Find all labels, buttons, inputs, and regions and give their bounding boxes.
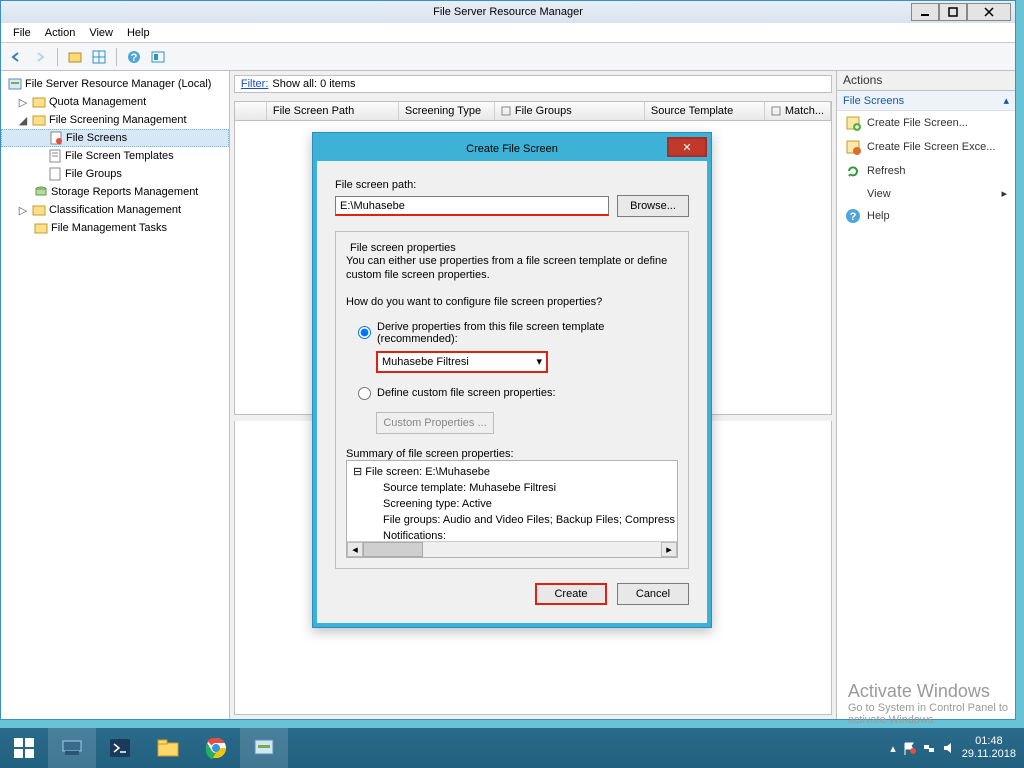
actions-pane: Actions File Screens▴ Create File Screen… [837, 71, 1015, 719]
activate-windows-watermark: Activate Windows Go to System in Control… [848, 681, 1008, 726]
tb-icon-2[interactable] [88, 46, 110, 68]
tray-clock[interactable]: 01:48 29.11.2018 [962, 735, 1016, 760]
task-chrome[interactable] [192, 728, 240, 768]
back-button[interactable] [5, 46, 27, 68]
tray-volume-icon[interactable] [942, 741, 956, 755]
menu-view[interactable]: View [83, 25, 119, 41]
action-create-exception[interactable]: Create File Screen Exce... [837, 135, 1015, 159]
menu-action[interactable]: Action [39, 25, 82, 41]
browse-button[interactable]: Browse... [617, 195, 689, 217]
radio-template[interactable] [358, 326, 371, 339]
minimize-button[interactable] [911, 3, 939, 21]
radio-custom[interactable] [358, 387, 371, 400]
svg-text:?: ? [850, 211, 857, 223]
task-explorer[interactable] [144, 728, 192, 768]
start-button[interactable] [0, 728, 48, 768]
tray-up-icon[interactable]: ▴ [890, 742, 896, 755]
filter-bar: Filter: Show all: 0 items [234, 75, 832, 93]
tree-classification[interactable]: ▷Classification Management [1, 201, 229, 219]
summary-scrollbar[interactable]: ◂▸ [347, 541, 677, 557]
maximize-button[interactable] [939, 3, 967, 21]
create-file-screen-dialog: Create File Screen ✕ File screen path: B… [312, 132, 712, 628]
task-fsrm[interactable] [240, 728, 288, 768]
grid-header[interactable]: File Screen Path Screening Type File Gro… [234, 101, 832, 121]
custom-properties-button: Custom Properties ... [376, 412, 494, 434]
summary-box[interactable]: ⊟ File screen: E:\Muhasebe Source templa… [346, 460, 678, 558]
action-create-screen[interactable]: Create File Screen... [837, 111, 1015, 135]
tray-network-icon[interactable] [922, 741, 936, 755]
create-button[interactable]: Create [535, 583, 607, 605]
forward-button[interactable] [29, 46, 51, 68]
action-help[interactable]: ?Help [837, 204, 1015, 228]
filter-link[interactable]: Filter: [241, 78, 269, 90]
props-info: You can either use properties from a fil… [346, 254, 678, 283]
nav-tree[interactable]: File Server Resource Manager (Local) ▷Qu… [1, 71, 230, 719]
help-icon[interactable]: ? [123, 46, 145, 68]
props-legend: File screen properties [346, 242, 460, 254]
tree-templates[interactable]: File Screen Templates [1, 147, 229, 165]
tb-icon-1[interactable] [64, 46, 86, 68]
radio-template-label: Derive properties from this file screen … [377, 321, 678, 345]
path-input[interactable] [335, 196, 609, 216]
props-fieldset: File screen properties You can either us… [335, 231, 689, 569]
tree-tasks[interactable]: File Management Tasks [1, 219, 229, 237]
tree-quota[interactable]: ▷Quota Management [1, 93, 229, 111]
template-select[interactable]: Muhasebe Filtresi▾ [376, 351, 548, 373]
filter-text: Show all: 0 items [272, 78, 355, 90]
tray-flag-icon[interactable] [902, 741, 916, 755]
toolbar: ? [1, 43, 1015, 71]
collapse-icon[interactable]: ▴ [1003, 94, 1009, 107]
path-label: File screen path: [335, 179, 689, 191]
menubar: File Action View Help [1, 23, 1015, 43]
tree-file-groups[interactable]: File Groups [1, 165, 229, 183]
taskbar: ▴ 01:48 29.11.2018 [0, 728, 1024, 768]
cancel-button[interactable]: Cancel [617, 583, 689, 605]
menu-help[interactable]: Help [121, 25, 156, 41]
chevron-down-icon: ▾ [536, 355, 542, 368]
task-server-manager[interactable] [48, 728, 96, 768]
dialog-close-button[interactable]: ✕ [667, 137, 707, 157]
action-refresh[interactable]: Refresh [837, 159, 1015, 183]
svg-text:?: ? [131, 52, 138, 64]
dialog-title: Create File Screen [466, 143, 558, 155]
task-powershell[interactable] [96, 728, 144, 768]
close-button[interactable] [967, 3, 1011, 21]
tree-screen-mgmt[interactable]: ◢File Screening Management [1, 111, 229, 129]
radio-custom-label: Define custom file screen properties: [377, 387, 556, 399]
action-view[interactable]: View▸ [837, 183, 1015, 204]
window-title: File Server Resource Manager [433, 6, 583, 18]
summary-label: Summary of file screen properties: [346, 448, 678, 460]
menu-file[interactable]: File [7, 25, 37, 41]
tree-reports[interactable]: Storage Reports Management [1, 183, 229, 201]
titlebar: File Server Resource Manager [1, 1, 1015, 23]
tree-file-screens[interactable]: File Screens [1, 129, 229, 147]
props-question: How do you want to configure file screen… [346, 295, 678, 309]
actions-section: File Screens▴ [837, 91, 1015, 111]
actions-title: Actions [837, 71, 1015, 91]
dialog-titlebar: Create File Screen ✕ [313, 133, 711, 161]
tb-icon-3[interactable] [147, 46, 169, 68]
tree-root[interactable]: File Server Resource Manager (Local) [1, 75, 229, 93]
